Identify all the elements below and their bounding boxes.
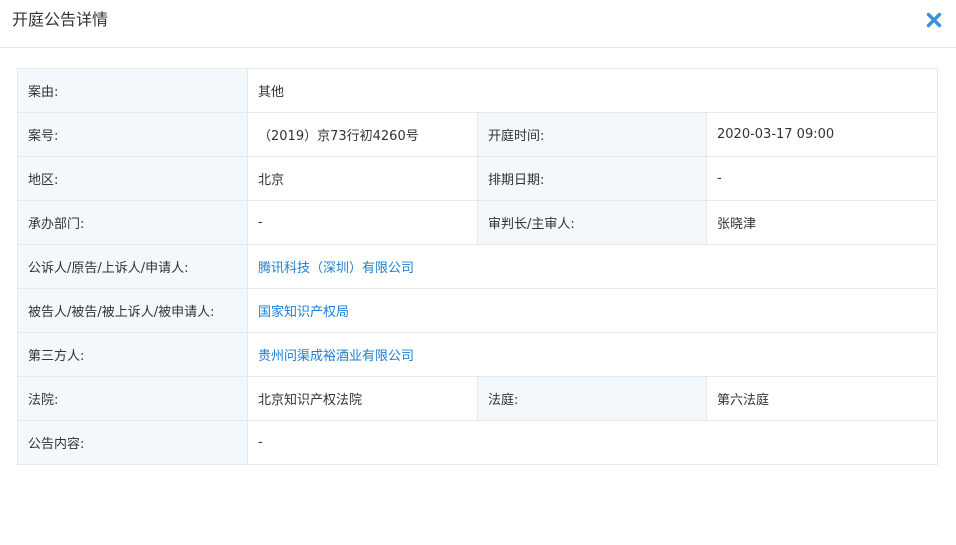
detail-table: 案由: 其他 案号: （2019）京73行初4260号 开庭时间: 2020-0…: [17, 68, 938, 465]
third-party-link[interactable]: 贵州问渠成裕酒业有限公司: [258, 349, 414, 364]
chief-judge-value: 张晓津: [706, 200, 938, 245]
hearing-time-value: 2020-03-17 09:00: [706, 112, 938, 157]
row-plaintiff: 公诉人/原告/上诉人/申请人: 腾讯科技（深圳）有限公司: [17, 244, 938, 289]
case-number-label: 案号:: [17, 112, 248, 157]
row-department: 承办部门: - 审判长/主审人: 张晓津: [17, 200, 938, 245]
defendant-link[interactable]: 国家知识产权局: [258, 305, 349, 320]
row-case-reason: 案由: 其他: [17, 68, 938, 113]
row-third-party: 第三方人: 贵州问渠成裕酒业有限公司: [17, 332, 938, 377]
third-party-label: 第三方人:: [17, 332, 248, 377]
courtroom-label: 法庭:: [477, 376, 707, 421]
schedule-date-value: -: [706, 156, 938, 201]
row-region: 地区: 北京 排期日期: -: [17, 156, 938, 201]
court-label: 法院:: [17, 376, 248, 421]
plaintiff-label: 公诉人/原告/上诉人/申请人:: [17, 244, 248, 289]
case-reason-value: 其他: [247, 68, 938, 113]
defendant-label: 被告人/被告/被上诉人/被申请人:: [17, 288, 248, 333]
modal-title: 开庭公告详情: [12, 10, 109, 29]
plaintiff-cell: 腾讯科技（深圳）有限公司: [247, 244, 938, 289]
row-case-number: 案号: （2019）京73行初4260号 开庭时间: 2020-03-17 09…: [17, 112, 938, 157]
announcement-detail-modal: 开庭公告详情 案由: 其他 案号: （2019）京73行初4260号 开庭时间:…: [0, 0, 956, 545]
court-value: 北京知识产权法院: [247, 376, 478, 421]
region-label: 地区:: [17, 156, 248, 201]
defendant-cell: 国家知识产权局: [247, 288, 938, 333]
row-content: 公告内容: -: [17, 420, 938, 465]
schedule-date-label: 排期日期:: [477, 156, 707, 201]
case-reason-label: 案由:: [17, 68, 248, 113]
third-party-cell: 贵州问渠成裕酒业有限公司: [247, 332, 938, 377]
close-icon: [924, 10, 944, 30]
region-value: 北京: [247, 156, 478, 201]
department-value: -: [247, 200, 478, 245]
courtroom-value: 第六法庭: [706, 376, 938, 421]
close-button[interactable]: [924, 10, 944, 30]
row-defendant: 被告人/被告/被上诉人/被申请人: 国家知识产权局: [17, 288, 938, 333]
department-label: 承办部门:: [17, 200, 248, 245]
content-label: 公告内容:: [17, 420, 248, 465]
plaintiff-link[interactable]: 腾讯科技（深圳）有限公司: [258, 261, 414, 276]
row-court: 法院: 北京知识产权法院 法庭: 第六法庭: [17, 376, 938, 421]
case-number-value: （2019）京73行初4260号: [247, 112, 478, 157]
content-value: -: [247, 420, 938, 465]
hearing-time-label: 开庭时间:: [477, 112, 707, 157]
chief-judge-label: 审判长/主审人:: [477, 200, 707, 245]
modal-header: 开庭公告详情: [0, 0, 956, 48]
